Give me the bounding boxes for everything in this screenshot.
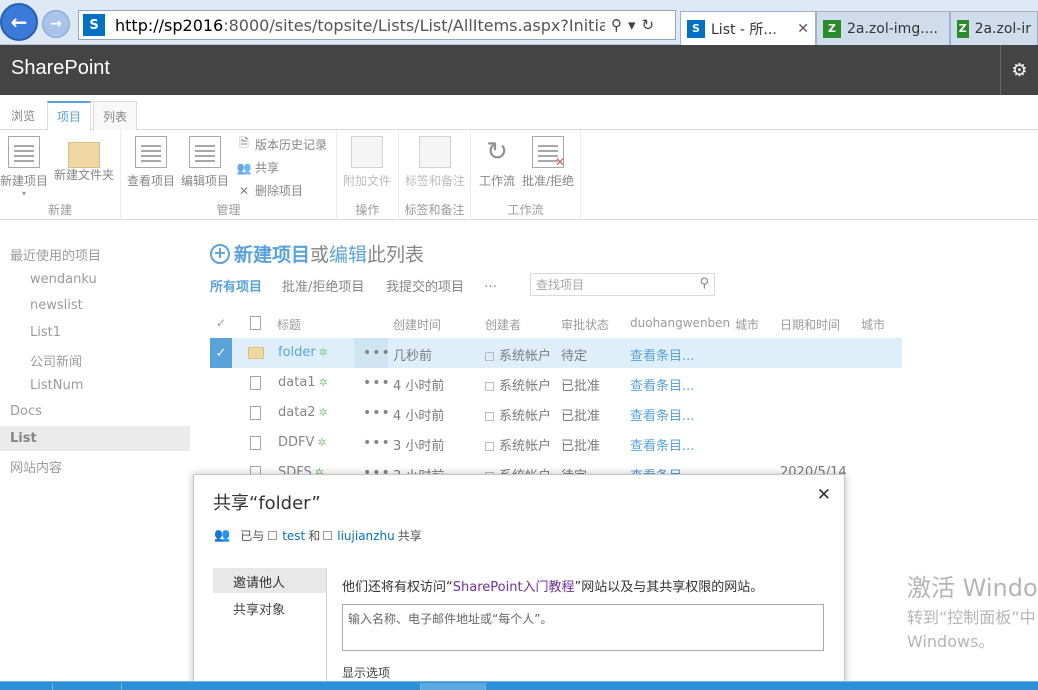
browser-tab-zol-1[interactable]: Z 2a.zol-img.... — [816, 11, 950, 45]
people-icon: 👥 — [214, 528, 231, 543]
taskbar-item[interactable] — [52, 683, 122, 690]
presence-icon — [268, 531, 278, 540]
shared-with-tab[interactable]: 共享对象 — [233, 599, 285, 618]
close-icon[interactable]: ✕ — [817, 485, 831, 505]
tab-label: List - 所... — [711, 21, 777, 38]
invite-people-tab[interactable]: 邀请他人 — [213, 568, 326, 593]
gear-icon[interactable]: ⚙ — [1000, 45, 1038, 95]
address-url[interactable]: http://sp2016:8000/sites/topsite/Lists/L… — [115, 16, 605, 35]
suite-bar: SharePoint ⚙ — [0, 45, 1038, 95]
dialog-title: 共享“folder” — [213, 493, 321, 514]
refresh-icon[interactable]: ↻ — [642, 16, 655, 34]
dropdown-icon[interactable]: ▾ — [628, 16, 636, 34]
forward-arrow-icon[interactable]: → — [42, 10, 70, 38]
tab-label: 2a.zol-ir — [974, 20, 1031, 37]
shared-with-summary: 👥 已与 test 和 liujianzhu 共享 — [214, 528, 422, 543]
close-icon[interactable]: ✕ — [797, 21, 809, 37]
windows-activation-watermark: 激活 Windo 转到“控制面板”中 Windows。 — [907, 574, 1038, 651]
browser-toolbar: ← → S http://sp2016:8000/sites/topsite/L… — [0, 0, 1038, 45]
browser-tab-zol-2[interactable]: Z 2a.zol-ir — [950, 11, 1038, 45]
windows-taskbar — [0, 681, 1038, 690]
dialog-divider — [326, 568, 327, 690]
address-bar[interactable]: S http://sp2016:8000/sites/topsite/Lists… — [78, 10, 676, 40]
suite-brand[interactable]: SharePoint — [11, 57, 110, 80]
user-link-liujianzhu[interactable]: liujianzhu — [337, 529, 394, 543]
browser-tab-list[interactable]: S List - 所... ✕ — [680, 11, 816, 45]
taskbar-item[interactable] — [420, 683, 486, 690]
invite-people-input[interactable]: 输入名称、电子邮件地址或“每个人”。 — [342, 604, 824, 651]
tab-label: 2a.zol-img.... — [847, 20, 939, 37]
presence-icon — [323, 531, 333, 540]
sharepoint-favicon-icon: S — [83, 14, 105, 36]
back-arrow-icon[interactable]: ← — [0, 3, 38, 41]
share-dialog: 共享“folder” ✕ 👥 已与 test 和 liujianzhu 共享 邀… — [193, 474, 845, 690]
search-icon[interactable]: ⚲ — [611, 16, 622, 34]
sharepoint-favicon-icon: S — [687, 19, 705, 38]
show-options-link[interactable]: 显示选项 — [342, 664, 390, 681]
user-link-test[interactable]: test — [282, 529, 305, 543]
zol-favicon-icon: Z — [957, 19, 969, 38]
access-message: 他们还将有权访问“SharePoint入门教程”网站以及与其共享权限的网站。 — [342, 580, 764, 595]
zol-favicon-icon: Z — [823, 19, 841, 38]
